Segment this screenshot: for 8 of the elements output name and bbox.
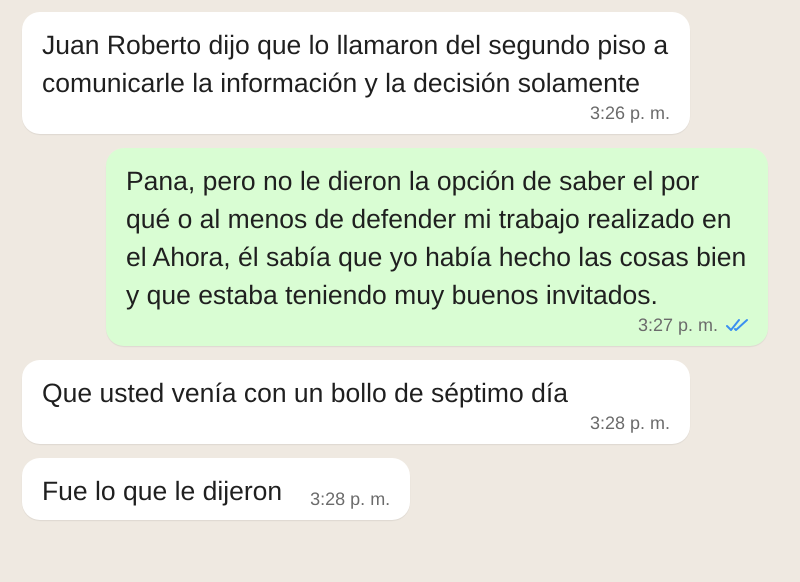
message-text: Pana, pero no le dieron la opción de saber el por qué o al menos de defender mi trabajo realizado en el Ahora, él sabía que yo había hecho las cosas bien y que estaba teniendo muy buenos invitados. — [126, 165, 748, 312]
message-text: Juan Roberto dijo que lo llamaron del segundo piso a comunicarle la información y la decisión solamente — [42, 29, 670, 100]
message-text: Fue lo que le dijeron — [42, 475, 282, 508]
message-time: 3:26 p. m. — [590, 102, 670, 124]
message-time: 3:28 p. m. — [310, 488, 390, 510]
message-text: Que usted venía con un bollo de séptimo día — [42, 377, 568, 410]
message-time: 3:28 p. m. — [590, 412, 670, 434]
message-time: 3:27 p. m. — [638, 314, 718, 336]
